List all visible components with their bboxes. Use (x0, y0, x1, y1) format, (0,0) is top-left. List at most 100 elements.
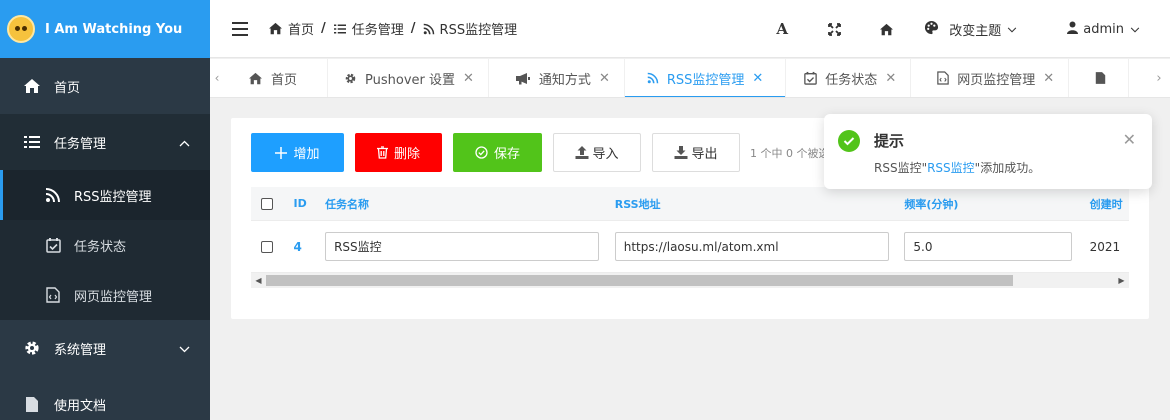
gear-icon (22, 338, 42, 358)
chevron-up-icon (179, 136, 190, 151)
cell-url-wrap: https://laosu.ml/atom.xml (614, 232, 905, 261)
sidebar-item-label: 首页 (54, 80, 81, 96)
tab-label: RSS监控管理 (666, 72, 745, 88)
trash-icon (376, 146, 388, 159)
save-button[interactable]: 保存 (453, 133, 542, 172)
sidebar-item-home[interactable]: 首页 (0, 58, 210, 114)
row-checkbox[interactable] (251, 240, 283, 253)
close-icon[interactable]: ✕ (463, 71, 474, 86)
sidebar-item-label: 系统管理 (54, 342, 107, 358)
breadcrumb-rss-monitor: RSS监控管理 (439, 23, 518, 38)
breadcrumb: 首页 / 任务管理 / RSS监控管理 (268, 19, 517, 38)
rss-icon (647, 72, 659, 84)
tab-notification-methods[interactable]: 通知方式 ✕ (489, 59, 625, 97)
row-id: 4 (293, 239, 302, 254)
export-button-label: 导出 (691, 147, 718, 162)
scroll-right-icon[interactable]: ▶ (1114, 273, 1129, 288)
breadcrumb-task-management[interactable]: 任务管理 (352, 19, 404, 38)
row-created: 2021 (1089, 239, 1121, 254)
close-icon[interactable]: ✕ (1043, 71, 1054, 86)
horizontal-scrollbar[interactable]: ◀ ▶ (251, 273, 1129, 288)
tab-label: 首页 (271, 72, 298, 88)
sidebar-item-docs[interactable]: 使用文档 (0, 376, 210, 420)
gear-icon (344, 72, 357, 85)
calendar-check-icon (804, 71, 818, 85)
toast-title: 提示 (874, 132, 905, 150)
sidebar-item-task-management[interactable]: 任务管理 (0, 114, 210, 170)
calendar-check-icon (44, 236, 62, 254)
tab-overflow[interactable] (1069, 59, 1130, 97)
tab-rss-monitor[interactable]: RSS监控管理 ✕ (624, 59, 787, 97)
user-icon (1067, 21, 1079, 38)
chevron-down-icon (1007, 22, 1017, 37)
file-icon (22, 394, 42, 414)
theme-switcher[interactable]: 改变主题 (924, 20, 1017, 39)
import-button-label: 导入 (592, 147, 619, 162)
column-header-created[interactable]: 创建时 (1090, 196, 1129, 212)
tab-label: 通知方式 (538, 72, 591, 88)
close-icon[interactable]: ✕ (885, 71, 896, 86)
sidebar-item-task-status[interactable]: 任务状态 (0, 220, 210, 270)
fullscreen-icon[interactable] (808, 22, 860, 36)
tab-pushover-settings[interactable]: Pushover 设置 ✕ (328, 59, 489, 97)
user-menu[interactable]: admin (1067, 21, 1140, 38)
sidebar-item-webpage-monitor[interactable]: 网页监控管理 (0, 270, 210, 320)
rss-url-input[interactable]: https://laosu.ml/atom.xml (614, 232, 889, 261)
user-name: admin (1083, 21, 1124, 37)
palette-icon (924, 20, 939, 39)
tab-label: 任务状态 (825, 72, 878, 88)
save-button-label: 保存 (493, 147, 520, 162)
sidebar-item-rss-monitor[interactable]: RSS监控管理 (0, 170, 210, 220)
brand[interactable]: I Am Watching You (0, 0, 210, 58)
sidebar-item-label: 使用文档 (54, 398, 107, 414)
scrollbar-thumb[interactable] (266, 275, 1013, 286)
column-header-id[interactable]: ID (283, 197, 326, 210)
add-button-label: 增加 (293, 147, 320, 162)
success-check-icon (838, 130, 860, 152)
list-icon (333, 23, 347, 35)
tab-task-status[interactable]: 任务状态 ✕ (786, 59, 912, 97)
delete-button-label: 删除 (393, 147, 420, 162)
tab-scroll-left-icon[interactable]: ‹ (210, 59, 224, 97)
close-icon[interactable]: ✕ (752, 71, 763, 86)
theme-label: 改变主题 (949, 23, 1002, 39)
export-button[interactable]: 导出 (652, 133, 740, 172)
plus-icon (275, 146, 288, 159)
check-circle-icon (475, 146, 488, 159)
add-button[interactable]: 增加 (251, 133, 344, 172)
file-code-icon (937, 71, 949, 85)
close-icon[interactable]: ✕ (1123, 130, 1136, 149)
sidebar-submenu: RSS监控管理 任务状态 网页监控管理 (0, 170, 210, 320)
toast-message: RSS监控"RSS监控"添加成功。 (874, 159, 1040, 176)
sidebar-item-label: 任务状态 (74, 239, 127, 255)
tab-home[interactable]: 首页 (224, 59, 329, 97)
column-header-url[interactable]: RSS地址 (615, 196, 905, 212)
sidebar: I Am Watching You 首页 任务管理 RSS监控管理 任务状态 网… (0, 0, 210, 420)
home-icon (248, 72, 263, 85)
select-all-checkbox[interactable] (251, 197, 283, 210)
sidebar-item-system-management[interactable]: 系统管理 (0, 320, 210, 376)
home-icon[interactable] (860, 23, 912, 36)
toolbar: 增加 删除 保存 导入 导出 1 个中 0 个被选 (251, 133, 830, 172)
menu-toggle-icon[interactable] (232, 21, 248, 36)
column-header-frequency[interactable]: 频率(分钟) (904, 196, 1089, 212)
header: 首页 / 任务管理 / RSS监控管理 A 改变主题 admin (210, 0, 1170, 58)
close-icon[interactable]: ✕ (599, 71, 610, 86)
import-button[interactable]: 导入 (553, 133, 641, 172)
toast-msg-link[interactable]: RSS监控 (927, 161, 975, 175)
breadcrumb-home[interactable]: 首页 (288, 19, 314, 38)
font-size-icon[interactable]: A (756, 20, 808, 38)
column-header-name[interactable]: 任务名称 (325, 196, 615, 212)
frequency-input[interactable]: 5.0 (904, 232, 1073, 261)
delete-button[interactable]: 删除 (355, 133, 442, 172)
home-icon (268, 22, 283, 35)
tab-label: Pushover 设置 (365, 72, 456, 88)
brand-title: I Am Watching You (45, 21, 183, 37)
tab-bar: ‹ 首页 Pushover 设置 ✕ 通知方式 ✕ RSS监控管理 ✕ 任务状态… (210, 59, 1170, 98)
task-name-input[interactable]: RSS监控 (325, 232, 600, 261)
tab-scroll-right-icon[interactable]: › (1148, 59, 1170, 97)
scroll-left-icon[interactable]: ◀ (251, 273, 266, 288)
tab-webpage-monitor[interactable]: 网页监控管理 ✕ (911, 59, 1070, 97)
chevron-down-icon (1130, 22, 1140, 37)
data-grid: ID 任务名称 RSS地址 频率(分钟) 创建时 4 RSS监控 https:/… (251, 187, 1129, 290)
